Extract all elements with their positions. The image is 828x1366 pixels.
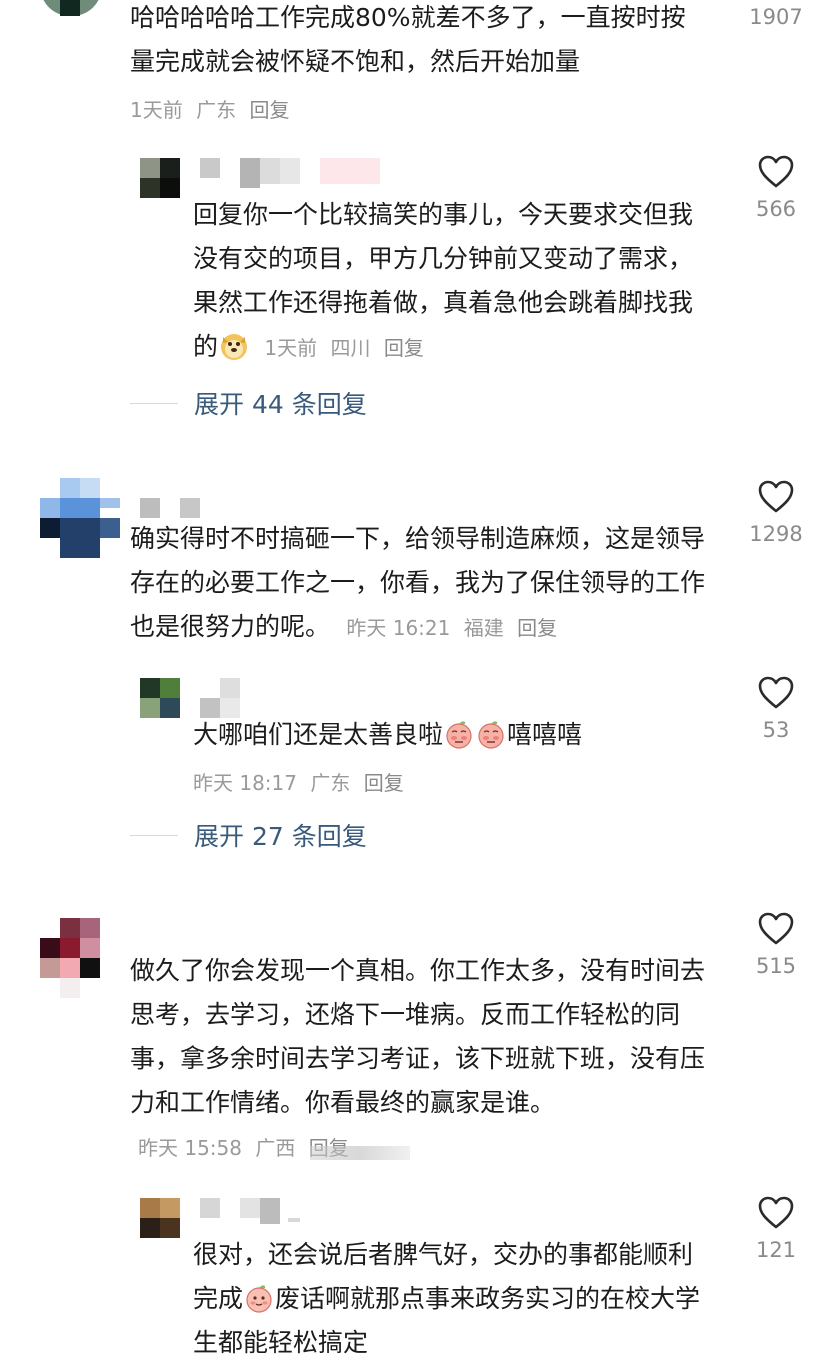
like-button[interactable]: 53 — [746, 676, 806, 742]
like-button[interactable]: 515 — [746, 912, 806, 978]
avatar[interactable] — [40, 0, 108, 38]
like-count: 121 — [755, 1238, 797, 1262]
comment-meta: 1天前 广东 回复 — [130, 94, 296, 123]
comment-time: 昨天 16:21 — [346, 616, 451, 640]
reply-meta: 昨天 18:17 广东 回复 — [193, 767, 411, 796]
reply-text: 很对，还会说后者脾气好，交办的事都能顺利完成 废话啊就那点事来政务实习的在校大学生… — [193, 1240, 701, 1357]
username-blurred[interactable] — [200, 1198, 310, 1228]
peach-icon — [246, 1285, 272, 1313]
shy-peach-icon — [446, 721, 472, 749]
avatar[interactable] — [140, 678, 180, 718]
reply-time: 昨天 18:17 — [193, 771, 297, 795]
heart-icon — [758, 155, 794, 188]
like-count: 53 — [762, 718, 790, 742]
divider — [130, 834, 178, 836]
mosaic-smear — [310, 1146, 410, 1160]
avatar[interactable] — [140, 158, 180, 198]
comment-text: 哈哈哈哈哈工作完成80%就差不多了，一直按时按量完成就会被怀疑不饱和，然后开始加… — [130, 3, 686, 76]
heart-icon — [758, 480, 794, 513]
like-count: 566 — [755, 197, 797, 221]
reply-button[interactable]: 回复 — [249, 98, 289, 122]
like-count: 1298 — [749, 522, 803, 546]
avatar[interactable] — [40, 478, 120, 558]
expand-replies-label: 展开 44 条回复 — [194, 390, 367, 419]
comment-location: 广东 — [196, 98, 237, 122]
username-blurred[interactable] — [200, 158, 400, 188]
comment-time: 昨天 15:58 — [138, 1136, 242, 1160]
shy-peach-icon — [478, 721, 504, 749]
reply-text: 回复你一个比较搞笑的事儿，今天要求交但我没有交的项目，甲方几分钟前又变动了需求，… — [193, 200, 694, 361]
avatar[interactable] — [40, 918, 102, 1000]
avatar[interactable] — [140, 1198, 180, 1238]
comment-location: 广西 — [255, 1136, 296, 1160]
reply-time: 1天前 — [264, 336, 318, 360]
like-button[interactable]: 1298 — [746, 480, 806, 546]
reply-button[interactable]: 回复 — [364, 771, 404, 795]
comment-text: 确实得时不时搞砸一下，给领导制造麻烦，这是领导存在的必要工作之一，你看，我为了保… — [130, 524, 706, 641]
reply-button[interactable]: 回复 — [517, 616, 557, 640]
heart-icon — [758, 912, 794, 945]
reply-button[interactable]: 回复 — [384, 336, 424, 360]
reply-location: 广东 — [310, 771, 351, 795]
divider — [130, 402, 178, 404]
expand-replies-label: 展开 27 条回复 — [194, 822, 367, 851]
like-button[interactable]: 1907 — [746, 5, 806, 29]
heart-icon — [758, 1196, 794, 1229]
expand-replies-button[interactable]: 展开 27 条回复 — [130, 817, 367, 853]
like-count: 515 — [755, 954, 797, 978]
comment-text: 做久了你会发现一个真相。你工作太多，没有时间去思考，去学习，还烙下一堆病。反而工… — [130, 956, 706, 1160]
doge-icon — [221, 334, 248, 360]
like-button[interactable]: 121 — [746, 1196, 806, 1262]
reply-text: 大哪咱们还是太善良啦 嘻嘻嘻 — [193, 720, 583, 749]
comment-time: 1天前 — [130, 98, 183, 122]
like-button[interactable]: 566 — [746, 155, 806, 221]
heart-icon — [758, 676, 794, 709]
like-count: 1907 — [749, 5, 803, 29]
reply-location: 四川 — [330, 336, 371, 360]
comment-location: 福建 — [463, 616, 504, 640]
expand-replies-button[interactable]: 展开 44 条回复 — [130, 385, 367, 421]
